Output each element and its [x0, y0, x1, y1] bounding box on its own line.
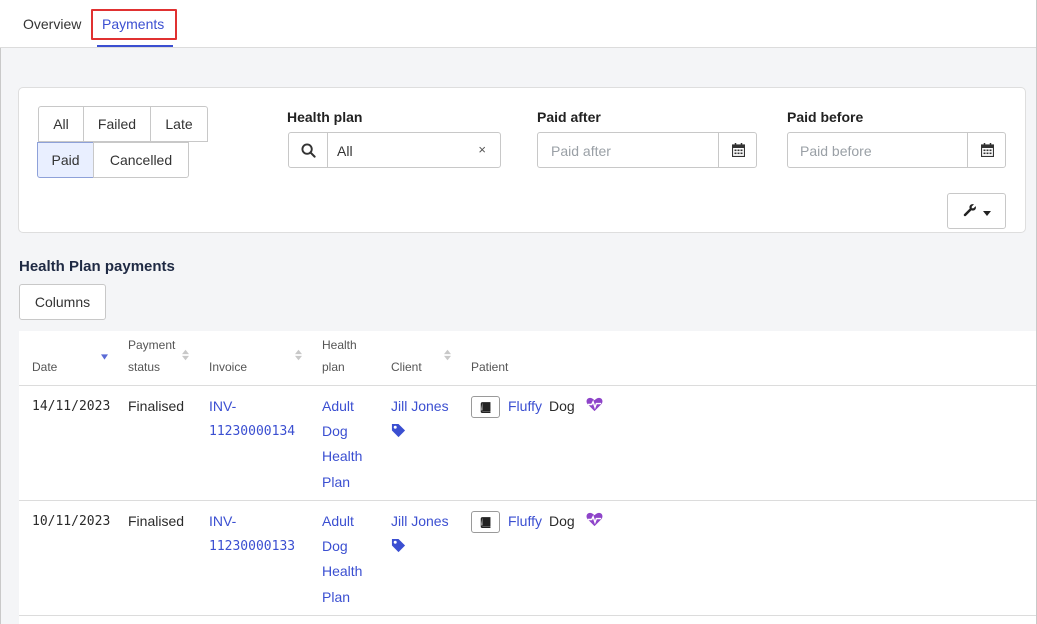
invoice-link[interactable]: INV- — [209, 509, 236, 534]
row-divider — [19, 500, 1036, 501]
tools-dropdown-button[interactable] — [947, 193, 1006, 229]
filter-paid-button[interactable]: Paid — [37, 142, 94, 178]
sort-icon[interactable] — [295, 348, 302, 362]
header-health-plan-line1[interactable]: Health — [322, 334, 357, 356]
health-plan-link[interactable]: Plan — [322, 585, 350, 610]
heart-pulse-icon — [586, 512, 603, 527]
status-cell: Finalised — [128, 513, 185, 529]
health-plan-link[interactable]: Dog — [322, 419, 348, 444]
health-plan-link[interactable]: Plan — [322, 470, 350, 495]
highlight-box — [91, 9, 177, 40]
search-icon — [289, 133, 328, 167]
health-plan-link[interactable]: Health — [322, 559, 362, 584]
patient-link[interactable]: Fluffy — [508, 394, 542, 419]
patient-record-button[interactable] — [471, 396, 500, 418]
sort-desc-icon[interactable] — [101, 353, 108, 361]
header-payment-status-line1[interactable]: Payment — [128, 334, 175, 356]
paid-before-placeholder: Paid before — [800, 143, 872, 159]
date-cell: 14/11/2023 — [32, 399, 111, 414]
health-plan-link[interactable]: Adult — [322, 509, 354, 534]
sort-icon[interactable] — [182, 348, 189, 362]
header-payment-status-line2[interactable]: status — [128, 356, 160, 378]
tab-overview[interactable]: Overview — [23, 16, 81, 32]
filter-cancelled-button[interactable]: Cancelled — [93, 142, 189, 178]
tag-icon[interactable] — [391, 538, 406, 553]
patient-species: Dog — [549, 398, 575, 414]
date-cell: 10/11/2023 — [32, 514, 111, 529]
active-tab-indicator — [97, 45, 173, 47]
paid-before-label: Paid before — [787, 109, 864, 125]
columns-button[interactable]: Columns — [19, 284, 106, 320]
health-plan-label: Health plan — [287, 109, 363, 125]
invoice-link[interactable]: INV- — [209, 394, 236, 419]
book-icon — [480, 516, 491, 528]
paid-after-placeholder: Paid after — [551, 143, 611, 159]
filter-all-button[interactable]: All — [38, 106, 84, 142]
sort-icon[interactable] — [444, 348, 451, 362]
patient-link[interactable]: Fluffy — [508, 509, 542, 534]
header-divider — [19, 385, 1036, 386]
header-health-plan-line2[interactable]: plan — [322, 356, 345, 378]
health-plan-link[interactable]: Health — [322, 444, 362, 469]
paid-after-field[interactable]: Paid after — [537, 132, 757, 168]
section-title: Health Plan payments — [19, 258, 175, 275]
calendar-icon[interactable] — [718, 133, 757, 167]
row-divider — [19, 615, 1036, 616]
client-link[interactable]: Jill Jones — [391, 394, 449, 419]
invoice-link[interactable]: 11230000134 — [209, 419, 295, 444]
paid-after-label: Paid after — [537, 109, 601, 125]
health-plan-link[interactable]: Adult — [322, 394, 354, 419]
filter-late-button[interactable]: Late — [150, 106, 208, 142]
invoice-link[interactable]: 11230000133 — [209, 534, 295, 559]
caret-down-icon — [982, 203, 991, 219]
book-icon — [480, 401, 491, 413]
tab-bar: Overview Payments — [0, 0, 1036, 48]
clear-icon[interactable]: × — [478, 142, 486, 157]
paid-before-field[interactable]: Paid before — [787, 132, 1006, 168]
heart-pulse-icon — [586, 397, 603, 412]
filter-failed-button[interactable]: Failed — [83, 106, 151, 142]
header-invoice[interactable]: Invoice — [209, 356, 247, 378]
client-link[interactable]: Jill Jones — [391, 509, 449, 534]
header-date[interactable]: Date — [32, 356, 57, 378]
calendar-icon[interactable] — [967, 133, 1006, 167]
status-cell: Finalised — [128, 398, 185, 414]
tag-icon[interactable] — [391, 423, 406, 438]
health-plan-value: All — [337, 143, 353, 159]
health-plan-link[interactable]: Dog — [322, 534, 348, 559]
header-client[interactable]: Client — [391, 356, 422, 378]
patient-species: Dog — [549, 513, 575, 529]
health-plan-select[interactable]: All × — [288, 132, 501, 168]
wrench-icon — [963, 203, 977, 220]
patient-record-button[interactable] — [471, 511, 500, 533]
header-patient[interactable]: Patient — [471, 356, 508, 378]
payments-table: Date Payment status Invoice Health plan … — [19, 331, 1036, 624]
